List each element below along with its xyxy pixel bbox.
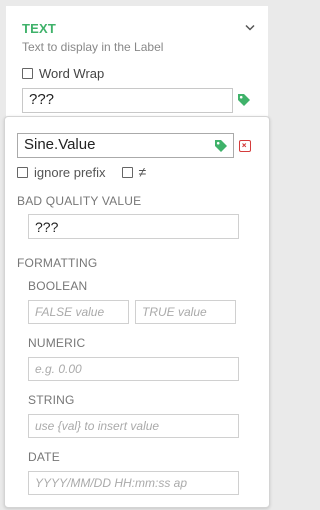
bad-quality-input[interactable]: ??? — [28, 214, 239, 239]
ignore-prefix-checkbox[interactable] — [17, 166, 28, 178]
date-heading: DATE — [28, 450, 60, 464]
chevron-down-icon[interactable] — [245, 24, 255, 32]
binding-options-row: ignore prefix ≠ — [17, 164, 146, 180]
false-value-input[interactable]: FALSE value — [28, 300, 129, 324]
numeric-format-input[interactable]: e.g. 0.00 — [28, 357, 239, 381]
remove-binding-button[interactable] — [239, 140, 251, 152]
formatting-heading: FORMATTING — [17, 256, 98, 270]
word-wrap-row: Word Wrap — [22, 66, 104, 81]
binding-editor: Sine.Value ignore prefix ≠ BAD QUALITY V… — [4, 116, 270, 508]
not-equal-symbol: ≠ — [138, 164, 147, 180]
string-format-input[interactable]: use {val} to insert value — [28, 414, 239, 438]
date-format-input[interactable]: YYYY/MM/DD HH:mm:ss ap — [28, 471, 239, 495]
true-value-input[interactable]: TRUE value — [135, 300, 236, 324]
tag-icon[interactable] — [237, 93, 251, 107]
close-icon — [242, 143, 247, 148]
section-description: Text to display in the Label — [22, 40, 164, 54]
bad-quality-heading: BAD QUALITY VALUE — [17, 194, 142, 208]
not-equal-checkbox[interactable] — [121, 166, 133, 178]
tag-icon[interactable] — [214, 139, 228, 153]
ignore-prefix-label: ignore prefix — [34, 164, 106, 180]
word-wrap-label: Word Wrap — [39, 66, 105, 81]
tag-path-input[interactable]: Sine.Value — [17, 133, 234, 158]
text-value-input[interactable]: ??? — [22, 88, 233, 113]
numeric-heading: NUMERIC — [28, 336, 86, 350]
boolean-heading: BOOLEAN — [28, 279, 88, 293]
section-title: TEXT — [22, 21, 57, 36]
string-heading: STRING — [28, 393, 75, 407]
word-wrap-checkbox[interactable] — [22, 68, 33, 79]
